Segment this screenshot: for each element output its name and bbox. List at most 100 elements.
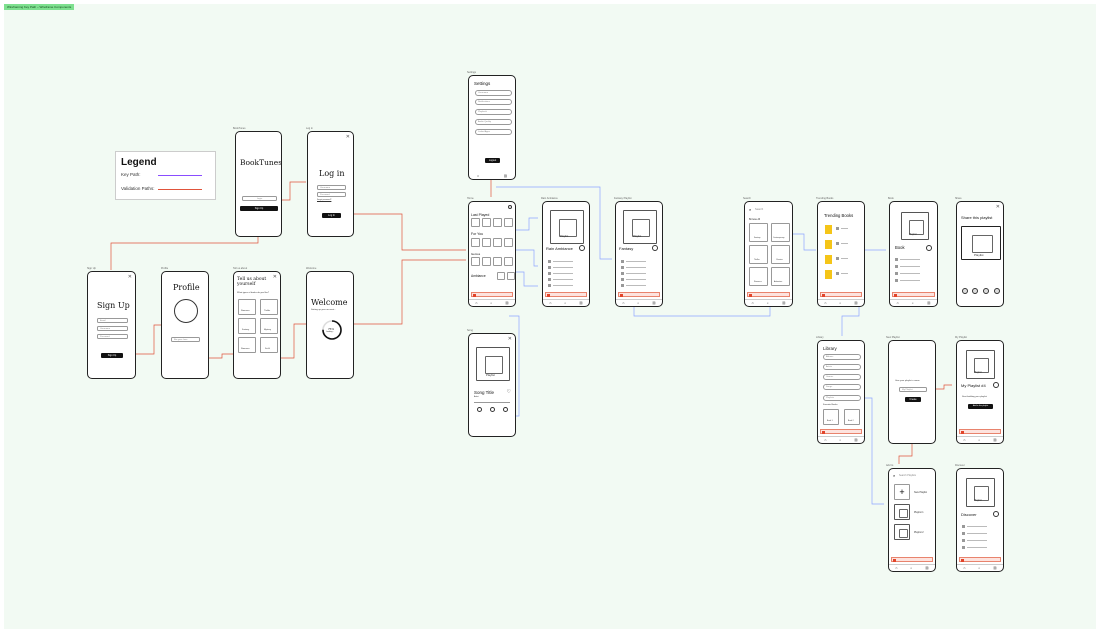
list-item[interactable]: New Playlist — [914, 491, 927, 494]
library-icon[interactable]: ▥ — [652, 301, 655, 305]
play-button[interactable] — [579, 245, 585, 251]
last-played-tile[interactable] — [482, 218, 491, 227]
now-playing-bar[interactable] — [959, 557, 1001, 562]
home-icon[interactable]: ⌂ — [477, 174, 479, 178]
genre-tile[interactable] — [504, 257, 513, 266]
track-row[interactable] — [962, 546, 998, 549]
close-icon[interactable]: ✕ — [996, 204, 1000, 210]
bio-field[interactable]: Bio goes here — [171, 337, 200, 342]
home-icon[interactable]: ⌂ — [963, 566, 965, 570]
favorite-book-tile[interactable] — [844, 409, 860, 425]
library-item-albums[interactable]: Albums — [823, 354, 861, 360]
track-row[interactable] — [548, 278, 584, 281]
username-field[interactable]: Username — [317, 185, 346, 190]
now-playing-bar[interactable] — [618, 292, 660, 297]
for-you-tile[interactable] — [471, 238, 480, 247]
share-option-icon[interactable] — [983, 288, 989, 294]
close-icon[interactable]: ✕ — [508, 336, 512, 342]
library-icon[interactable]: ▥ — [504, 174, 507, 178]
book-row[interactable] — [836, 272, 848, 275]
now-playing-bar[interactable] — [959, 429, 1001, 434]
for-you-tile[interactable] — [482, 238, 491, 247]
search-icon[interactable]: ⌕ — [978, 438, 980, 442]
track-row[interactable] — [962, 532, 998, 535]
browse-tile[interactable] — [749, 245, 768, 264]
browse-tile[interactable] — [749, 223, 768, 242]
genre-tile[interactable] — [238, 318, 256, 334]
track-row[interactable] — [548, 284, 584, 287]
home-icon[interactable]: ⌂ — [895, 566, 897, 570]
now-playing-bar[interactable] — [820, 292, 862, 297]
track-row[interactable] — [548, 272, 584, 275]
genre-tile[interactable] — [260, 318, 278, 334]
browse-tile[interactable] — [749, 267, 768, 286]
last-played-tile[interactable] — [493, 218, 502, 227]
playlist-name-field[interactable]: My Playlist — [899, 387, 927, 392]
browse-tile[interactable] — [771, 245, 790, 264]
search-icon[interactable]: ⌕ — [767, 301, 769, 305]
settings-item-playback[interactable]: Playback — [475, 109, 512, 115]
genre-tile[interactable] — [238, 337, 256, 353]
book-cover[interactable] — [825, 240, 832, 249]
ambiance-tile[interactable] — [507, 272, 515, 280]
create-button[interactable]: Create — [905, 397, 921, 402]
play-icon[interactable] — [490, 407, 495, 412]
track-row[interactable] — [621, 272, 657, 275]
previous-icon[interactable] — [477, 407, 482, 412]
home-icon[interactable]: ⌂ — [622, 301, 624, 305]
genre-tile[interactable] — [471, 257, 480, 266]
book-cover[interactable] — [825, 270, 832, 279]
home-icon[interactable]: ⌂ — [475, 301, 477, 305]
password-field[interactable]: Password — [317, 192, 346, 197]
library-item-genres[interactable]: Genres — [823, 374, 861, 380]
logout-button[interactable]: Logout — [485, 158, 500, 163]
sign-up-button[interactable]: Sign Up — [101, 353, 123, 358]
search-icon[interactable]: ⌕ — [564, 301, 566, 305]
track-row[interactable] — [548, 266, 584, 269]
search-icon[interactable]: ⌕ — [912, 301, 914, 305]
track-row[interactable] — [895, 279, 932, 282]
add-icon[interactable]: + — [894, 484, 910, 500]
search-input[interactable]: Search — [755, 208, 763, 211]
book-cover[interactable] — [825, 225, 832, 234]
home-icon[interactable]: ⌂ — [897, 301, 899, 305]
genre-tile[interactable] — [493, 257, 502, 266]
genre-tile[interactable] — [260, 299, 278, 315]
home-icon[interactable]: ⌂ — [824, 438, 826, 442]
login-field[interactable]: Login — [242, 196, 277, 201]
home-icon[interactable]: ⌂ — [824, 301, 826, 305]
play-button[interactable] — [993, 382, 999, 388]
sign-up-button[interactable]: Sign Up — [240, 206, 278, 211]
search-playlists-input[interactable]: Search Playlists — [899, 474, 916, 477]
genre-tile[interactable] — [260, 337, 278, 353]
library-icon[interactable]: ▥ — [854, 301, 857, 305]
book-cover[interactable] — [825, 255, 832, 264]
password-field[interactable]: Password — [97, 334, 128, 339]
now-playing-bar[interactable] — [545, 292, 587, 297]
track-row[interactable] — [962, 539, 998, 542]
track-row[interactable] — [621, 284, 657, 287]
track-row[interactable] — [895, 265, 932, 268]
track-row[interactable] — [548, 260, 584, 263]
ambiance-tile[interactable] — [497, 272, 505, 280]
search-icon[interactable]: ⌕ — [749, 207, 751, 212]
library-icon[interactable]: ▥ — [505, 301, 508, 305]
search-icon[interactable]: ⌕ — [490, 301, 492, 305]
home-icon[interactable]: ⌂ — [963, 438, 965, 442]
share-option-icon[interactable] — [994, 288, 1000, 294]
play-button[interactable] — [652, 245, 658, 251]
log-in-button[interactable]: Log In — [322, 213, 341, 218]
genre-tile[interactable] — [238, 299, 256, 315]
next-icon[interactable] — [503, 407, 508, 412]
now-playing-bar[interactable] — [891, 557, 933, 562]
track-row[interactable] — [621, 266, 657, 269]
list-item[interactable]: Playlist 2 — [914, 531, 924, 534]
home-icon[interactable]: ⌂ — [549, 301, 551, 305]
book-row[interactable] — [836, 242, 848, 245]
book-row[interactable] — [836, 257, 848, 260]
gear-icon[interactable] — [508, 205, 512, 209]
add-to-playlist-button[interactable]: Add to this playlist — [968, 404, 993, 409]
track-row[interactable] — [621, 278, 657, 281]
library-icon[interactable]: ▥ — [927, 301, 930, 305]
library-icon[interactable]: ▥ — [925, 566, 928, 570]
